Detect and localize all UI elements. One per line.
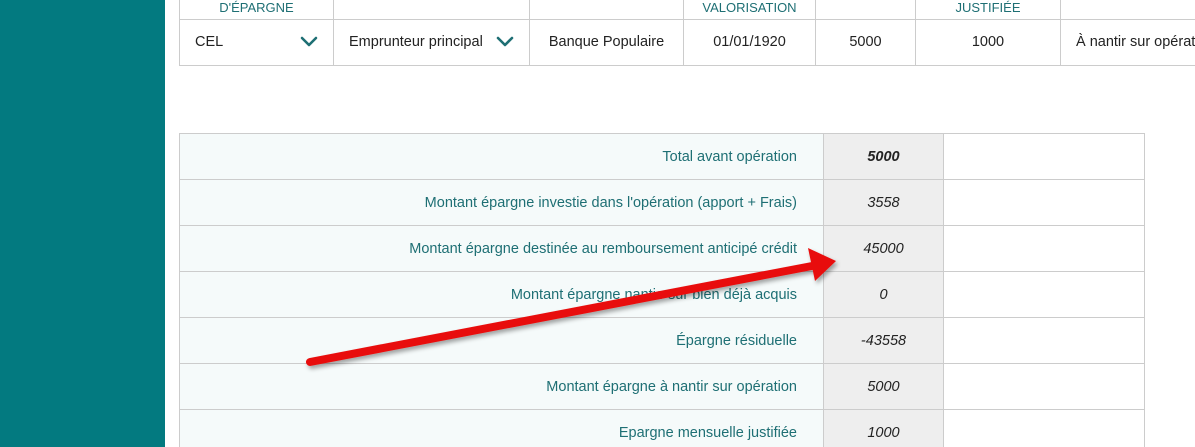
summary-empty-cell (943, 179, 1145, 226)
summary-label: Montant épargne nantie sur bien déjà acq… (179, 271, 824, 318)
emprunteur-select[interactable]: Emprunteur principal (333, 18, 530, 66)
summary-row: Total avant opération 5000 (179, 133, 1145, 180)
header-justifiee: JUSTIFIÉE (915, 0, 1061, 19)
type-epargne-select[interactable]: CEL (179, 18, 334, 66)
summary-value: 5000 (823, 133, 944, 180)
summary-empty-cell (943, 271, 1145, 318)
chevron-down-icon[interactable] (496, 36, 514, 48)
summary-value: -43558 (823, 317, 944, 364)
summary-empty-cell (943, 409, 1145, 447)
summary-value: 0 (823, 271, 944, 318)
summary-empty-cell (943, 225, 1145, 272)
summary-row: Montant épargne à nantir sur opération 5… (179, 363, 1145, 410)
summary-empty-cell (943, 363, 1145, 410)
justifie-cell[interactable]: 1000 (915, 18, 1061, 66)
header-valorisation: VALORISATION (683, 0, 816, 19)
summary-empty-cell (943, 317, 1145, 364)
header-col-5 (815, 0, 916, 19)
nantir-cell[interactable]: À nantir sur opération (1060, 18, 1195, 66)
date-valorisation-cell[interactable]: 01/01/1920 (683, 18, 816, 66)
savings-table: D'ÉPARGNE VALORISATION JUSTIFIÉE CEL Emp… (179, 0, 1195, 66)
header-col-2 (333, 0, 530, 19)
header-col-7 (1060, 0, 1195, 19)
summary-label: Total avant opération (179, 133, 824, 180)
summary-value: 1000 (823, 409, 944, 447)
summary-label: Montant épargne destinée au remboursemen… (179, 225, 824, 272)
summary-label: Montant épargne investie dans l'opératio… (179, 179, 824, 226)
summary-label: Montant épargne à nantir sur opération (179, 363, 824, 410)
summary-row: Épargne résiduelle -43558 (179, 317, 1145, 364)
summary-value: 5000 (823, 363, 944, 410)
header-col-3 (529, 0, 684, 19)
summary-value: 45000 (823, 225, 944, 272)
summary-value: 3558 (823, 179, 944, 226)
summary-label: Epargne mensuelle justifiée (179, 409, 824, 447)
table-row: CEL Emprunteur principal Banque Populair… (179, 18, 1195, 66)
main-content: D'ÉPARGNE VALORISATION JUSTIFIÉE CEL Emp… (165, 0, 1195, 447)
header-type-epargne: D'ÉPARGNE (179, 0, 334, 19)
banque-cell[interactable]: Banque Populaire (529, 18, 684, 66)
type-epargne-value: CEL (195, 34, 224, 50)
summary-label: Épargne résiduelle (179, 317, 824, 364)
summary-row: Epargne mensuelle justifiée 1000 (179, 409, 1145, 447)
table-header-row: D'ÉPARGNE VALORISATION JUSTIFIÉE (179, 0, 1195, 19)
emprunteur-value: Emprunteur principal (349, 34, 483, 50)
summary-row: Montant épargne nantie sur bien déjà acq… (179, 271, 1145, 318)
summary-row: Montant épargne investie dans l'opératio… (179, 179, 1145, 226)
summary-empty-cell (943, 133, 1145, 180)
montant-cell[interactable]: 5000 (815, 18, 916, 66)
summary-table: Total avant opération 5000 Montant éparg… (179, 133, 1145, 447)
chevron-down-icon[interactable] (300, 36, 318, 48)
sidebar (0, 0, 165, 447)
summary-row: Montant épargne destinée au remboursemen… (179, 225, 1145, 272)
